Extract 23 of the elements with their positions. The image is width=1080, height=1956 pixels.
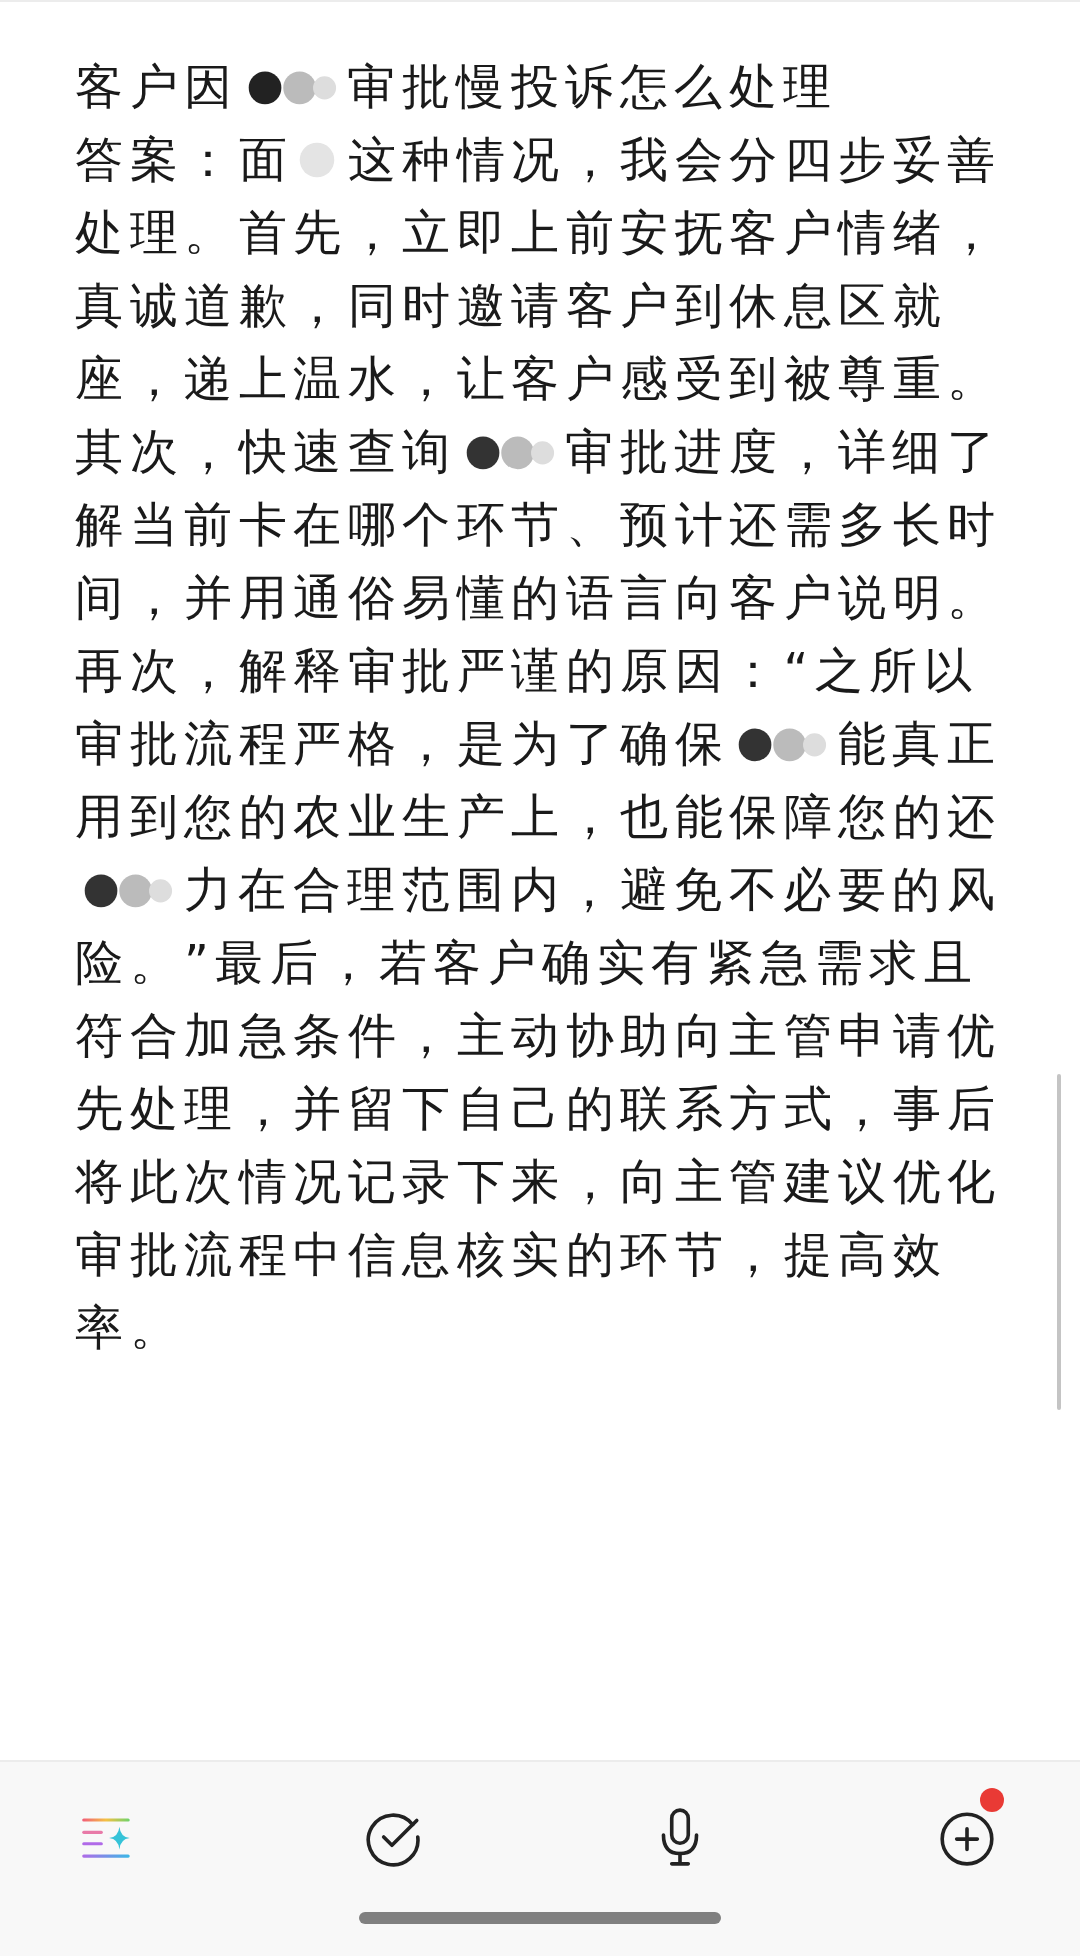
answer-text: 险。”最后，若客户确实有紧急需求且 — [75, 934, 979, 990]
answer-text: 真诚道歉，同时邀请客户到休息区就 — [75, 277, 947, 333]
answer-text: 解当前卡在哪个环节、预计还需多长时 — [75, 496, 1002, 552]
answer-text: 将此次情况记录下来，向主管建议优化 — [75, 1153, 1002, 1209]
note-title: 审批慢投诉怎么处理 — [347, 58, 838, 114]
answer-text: 这种情况，我会分四步妥善 — [347, 131, 1002, 187]
answer-text: 处理。首先，立即上前安抚客户情绪， — [75, 204, 1002, 260]
answer-text: 审批流程中信息核实的环节，提高效 — [75, 1226, 947, 1282]
answer-text: 符合加急条件，主动协助向主管申请优 — [75, 1007, 1002, 1063]
answer-text: 力在合理范围内，避免不必要的风 — [183, 861, 1001, 917]
answer-text: 再次，解释审批严谨的原因：“之所以 — [75, 642, 979, 698]
note-title: 客户因 — [75, 58, 239, 114]
answer-text: 座，递上温水，让客户感受到被尊重。 — [75, 350, 1002, 406]
answer-text: 率。 — [75, 1299, 184, 1355]
answer-text: 答案：面 — [75, 131, 293, 187]
scrollbar-thumb[interactable] — [1057, 1074, 1061, 1410]
answer-text: 先处理，并留下自己的联系方式，事后 — [75, 1080, 1002, 1136]
answer-text: 审批进度，详细了 — [565, 423, 1001, 479]
answer-text: 间，并用通俗易懂的语言向客户说明。 — [75, 569, 1002, 625]
answer-text: 其次，快速查询 — [75, 423, 457, 479]
answer-text: 审批流程严格，是为了确保 — [75, 715, 729, 771]
answer-text: 能真正 — [837, 715, 1001, 771]
answer-text: 用到您的农业生产上，也能保障您的还 — [75, 788, 1002, 844]
